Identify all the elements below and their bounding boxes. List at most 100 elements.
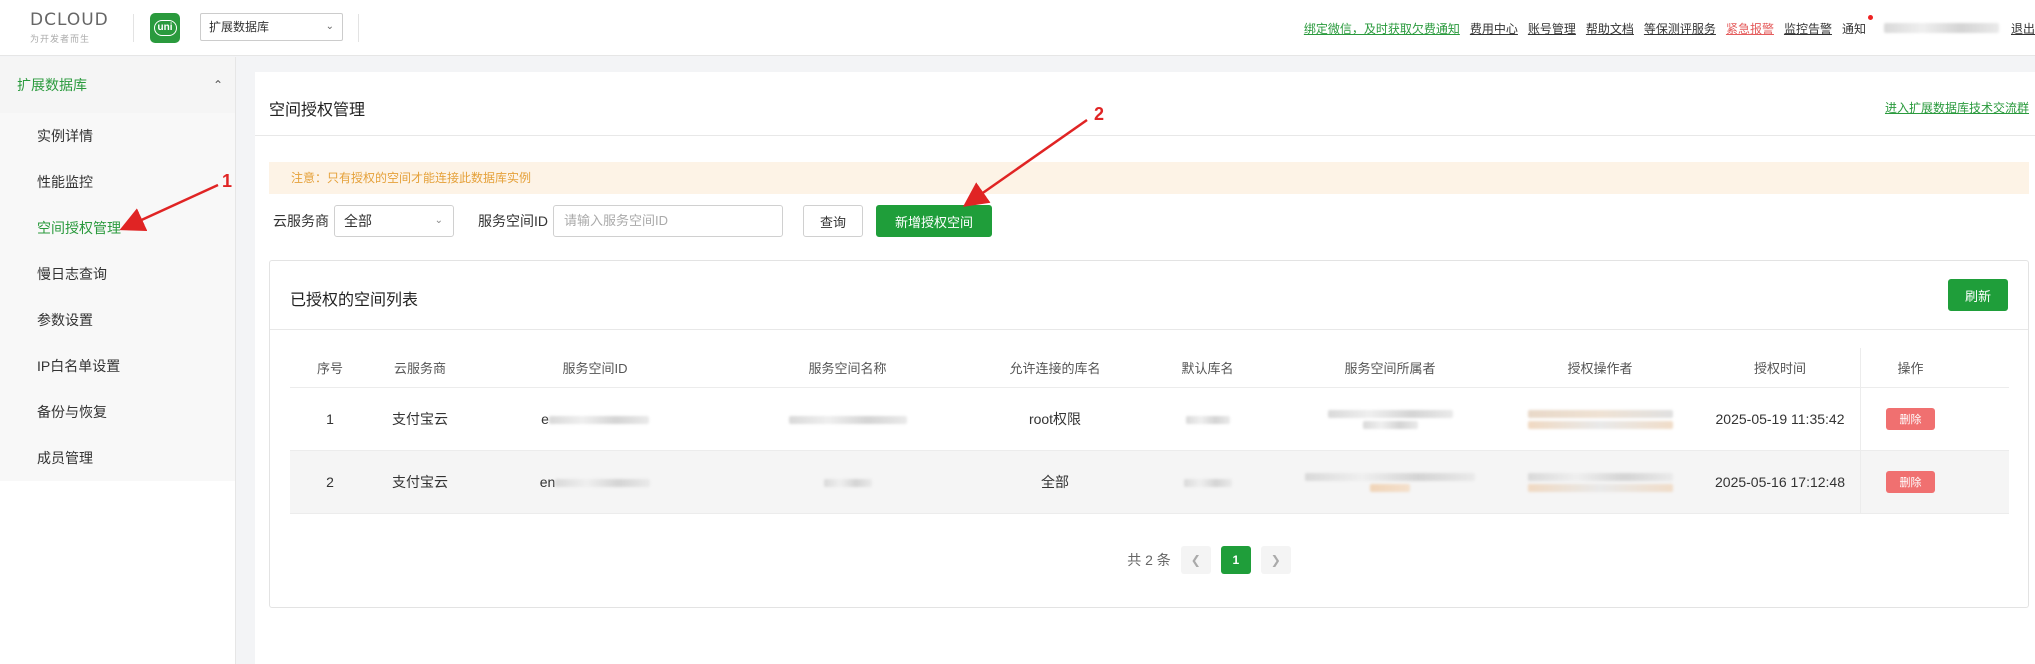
sidebar-group-extension-db[interactable]: 扩展数据库 ⌃ xyxy=(0,57,235,113)
provider-select[interactable]: 全部 ⌄ xyxy=(334,205,454,237)
notice-banner: 注意：只有授权的空间才能连接此数据库实例 xyxy=(269,162,2029,194)
annotation-number-1: 1 xyxy=(222,171,233,191)
tech-group-link[interactable]: 进入扩展数据库技术交流群 xyxy=(1885,99,2029,116)
col-provider: 云服务商 xyxy=(393,361,446,376)
list-title: 已授权的空间列表 xyxy=(290,292,419,309)
sidebar-item-members[interactable]: 成员管理 xyxy=(0,435,235,481)
chevron-up-icon: ⌃ xyxy=(212,78,223,92)
nav-help-docs[interactable]: 帮助文档 xyxy=(1586,20,1634,37)
sidebar-item-params[interactable]: 参数设置 xyxy=(0,297,235,343)
product-select[interactable]: 扩展数据库 ⌄ xyxy=(200,13,343,41)
pagination-total: 共 2 条 xyxy=(1127,552,1171,568)
top-nav: 绑定微信，及时获取欠费通知 费用中心 账号管理 帮助文档 等保测评服务 紧急报警… xyxy=(1294,14,2035,38)
redacted-text xyxy=(1527,483,1673,492)
list-divider xyxy=(270,329,2028,330)
unread-dot-icon xyxy=(1867,14,1873,20)
uni-icon-text: uni xyxy=(153,20,177,36)
redacted-text xyxy=(555,479,651,488)
provider-select-value: 全部 xyxy=(344,213,372,229)
query-button[interactable]: 查询 xyxy=(803,205,863,237)
nav-emergency-alert[interactable]: 紧急报警 xyxy=(1726,20,1774,37)
uni-cloud-icon[interactable]: uni xyxy=(150,13,180,43)
product-select-value: 扩展数据库 xyxy=(209,20,270,34)
row-space-name xyxy=(720,474,975,490)
row-action: 删除 xyxy=(1860,451,1960,513)
col-time: 授权时间 xyxy=(1753,361,1806,376)
page-title: 空间授权管理 xyxy=(269,102,366,119)
sidebar-item-backup[interactable]: 备份与恢复 xyxy=(0,389,235,435)
row-action: 删除 xyxy=(1860,388,1960,450)
chevron-left-icon[interactable]: ❮ xyxy=(1180,546,1211,574)
redacted-text xyxy=(823,479,872,488)
redacted-text xyxy=(1185,416,1230,425)
nav-billing[interactable]: 费用中心 xyxy=(1470,20,1518,37)
redacted-text xyxy=(1527,420,1673,429)
sidebar-group-title: 扩展数据库 xyxy=(17,77,87,93)
top-header: DCLOUD 为开发者而生 uni 扩展数据库 ⌄ 绑定微信，及时获取欠费通知 … xyxy=(0,0,2035,56)
nav-account[interactable]: 账号管理 xyxy=(1528,20,1576,37)
chevron-down-icon: ⌄ xyxy=(325,21,334,32)
redacted-text xyxy=(1327,409,1453,418)
redacted-text xyxy=(788,416,907,425)
col-owner: 服务空间所属者 xyxy=(1344,361,1436,376)
logo-text: DCLOUD xyxy=(30,10,109,30)
row-operator xyxy=(1500,470,1700,495)
table-row: 2 支付宝云 en 全部 2025-05-16 17:12:48 删除 xyxy=(290,451,2009,514)
table-header: 序号 云服务商 服务空间ID 服务空间名称 允许连接的库名 默认库名 服务空间所… xyxy=(290,348,2009,388)
annotation-number-2: 2 xyxy=(1094,104,1105,124)
pagination: 共 2 条 ❮ 1 ❯ xyxy=(270,546,2028,574)
space-id-prefix: e xyxy=(541,411,549,427)
delete-button[interactable]: 删除 xyxy=(1886,471,1935,493)
col-space-name: 服务空间名称 xyxy=(808,361,887,376)
auth-space-table: 序号 云服务商 服务空间ID 服务空间名称 允许连接的库名 默认库名 服务空间所… xyxy=(290,348,2009,514)
sidebar-item-slow-log[interactable]: 慢日志查询 xyxy=(0,251,235,297)
col-db-names: 允许连接的库名 xyxy=(1009,361,1101,376)
nav-monitor-alert[interactable]: 监控告警 xyxy=(1784,20,1832,37)
nav-bind-wechat[interactable]: 绑定微信，及时获取欠费通知 xyxy=(1304,20,1460,37)
row-space-id: e xyxy=(470,411,720,427)
row-time: 2025-05-19 11:35:42 xyxy=(1715,411,1845,427)
redacted-text xyxy=(1527,472,1673,481)
auth-space-list-card: 已授权的空间列表 刷新 序号 云服务商 服务空间ID 服务空间名称 允许连接的库… xyxy=(269,260,2029,608)
row-db-names: 全部 xyxy=(1041,474,1069,490)
dcloud-logo[interactable]: DCLOUD 为开发者而生 xyxy=(30,10,122,44)
nav-security-eval[interactable]: 等保测评服务 xyxy=(1644,20,1716,37)
header-divider xyxy=(358,14,359,42)
row-space-name xyxy=(720,411,975,427)
row-provider: 支付宝云 xyxy=(392,474,448,490)
add-auth-space-button[interactable]: 新增授权空间 xyxy=(876,205,992,237)
chevron-down-icon: ⌄ xyxy=(434,215,443,226)
main-content: 空间授权管理 进入扩展数据库技术交流群 注意：只有授权的空间才能连接此数据库实例… xyxy=(255,72,2035,664)
user-name-redacted[interactable] xyxy=(1883,23,1999,33)
row-index: 1 xyxy=(326,411,334,427)
redacted-text xyxy=(1305,472,1475,481)
logout-link[interactable]: 退出 xyxy=(2011,20,2035,37)
row-index: 2 xyxy=(326,474,334,490)
col-index: 序号 xyxy=(316,361,343,376)
redacted-text xyxy=(1183,479,1232,488)
sidebar-item-performance[interactable]: 性能监控 xyxy=(0,159,235,205)
chevron-right-icon[interactable]: ❯ xyxy=(1260,546,1291,574)
row-default-db xyxy=(1135,411,1280,427)
nav-notifications[interactable]: 通知 xyxy=(1842,14,1873,37)
col-space-id: 服务空间ID xyxy=(562,361,628,376)
page-number[interactable]: 1 xyxy=(1220,546,1251,574)
space-id-input[interactable]: 请输入服务空间ID xyxy=(553,205,783,237)
refresh-button[interactable]: 刷新 xyxy=(1948,279,2008,311)
redacted-text xyxy=(1370,483,1410,492)
space-id-label: 服务空间ID xyxy=(478,213,548,229)
row-db-names: root权限 xyxy=(1028,411,1082,427)
col-default-db: 默认库名 xyxy=(1181,361,1234,376)
header-divider xyxy=(133,14,134,42)
title-divider xyxy=(255,135,2035,136)
provider-label: 云服务商 xyxy=(273,213,329,229)
row-owner xyxy=(1280,407,1500,432)
sidebar-item-instance-detail[interactable]: 实例详情 xyxy=(0,113,235,159)
sidebar-item-space-auth[interactable]: 空间授权管理 xyxy=(0,205,235,251)
filter-bar: 云服务商 全部 ⌄ 服务空间ID 请输入服务空间ID 查询 新增授权空间 xyxy=(273,205,992,237)
redacted-text xyxy=(1362,420,1418,429)
row-operator xyxy=(1500,407,1700,432)
delete-button[interactable]: 删除 xyxy=(1886,408,1935,430)
sidebar-item-ip-whitelist[interactable]: IP白名单设置 xyxy=(0,343,235,389)
col-operator: 授权操作者 xyxy=(1567,361,1633,376)
